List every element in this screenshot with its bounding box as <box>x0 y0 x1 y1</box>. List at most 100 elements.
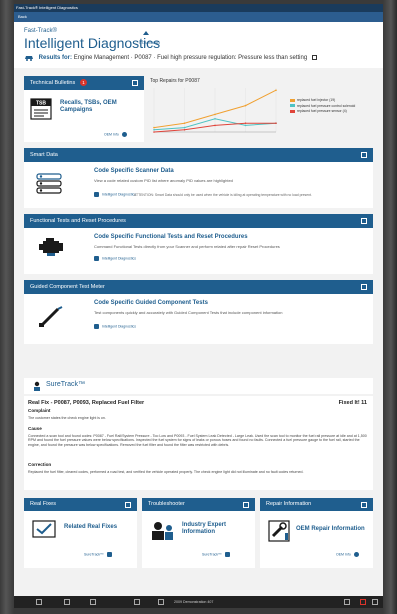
taskbar-vehicle-text: 2009 Demonstration 407 <box>174 600 214 604</box>
real-fixes-header-label: Real Fixes <box>30 501 56 507</box>
brand-sup: COMMAND <box>139 40 161 45</box>
suretrack-mini-icon <box>224 552 230 557</box>
smart-data-desc: View a code related custom PID list wher… <box>94 178 233 183</box>
real-fix-panel: Real Fix - P0087, P0093, Replaced Fuel F… <box>24 396 373 490</box>
print-icon[interactable] <box>158 599 164 605</box>
real-fixes-title: Related Real Fixes <box>64 524 118 530</box>
functional-tests-brand-label: Intelligent Diagnostics <box>101 256 137 261</box>
troubleshooter-link[interactable]: SureTrack™ <box>202 552 232 557</box>
chart-point-1-0 <box>153 129 155 131</box>
expand-icon[interactable] <box>361 502 367 508</box>
troubleshooter-link-label: SureTrack™ <box>202 552 222 557</box>
guided-test-card[interactable]: Guided Component Test Meter Code Specifi… <box>24 280 373 344</box>
functional-tests-card[interactable]: Functional Tests and Reset Procedures Co… <box>24 214 373 274</box>
tsb-icon: TSB <box>30 98 52 120</box>
chart-point-2-3 <box>244 122 247 124</box>
vehicle-icon[interactable] <box>64 599 70 605</box>
legend-entry-2: replaced fuel pressure sensor (4) <box>290 109 355 113</box>
chart-legend: replaced fuel injector (19) replaced fuel… <box>290 98 355 115</box>
results-label: Results for: <box>38 55 73 62</box>
camera-icon[interactable] <box>344 599 350 605</box>
legend-swatch <box>290 98 295 102</box>
smart-data-brand: Intelligent Diagnostics <box>94 192 136 197</box>
repair-info-link-label: OEM Info <box>336 552 351 557</box>
oem-info-icon <box>121 132 127 137</box>
repair-info-header: Repair Information <box>260 498 373 511</box>
repair-info-card[interactable]: Repair Information OEM Repair Informatio… <box>260 498 373 568</box>
probe-icon <box>39 306 63 328</box>
fixed-it-count: Fixed It! 11 <box>338 400 367 406</box>
expand-icon[interactable] <box>361 218 367 224</box>
cause-heading: Cause <box>28 426 42 431</box>
suretrack-header: SureTrack™ <box>24 378 373 394</box>
troubleshooter-header: Troubleshooter <box>142 498 255 511</box>
tools-icon[interactable] <box>90 599 96 605</box>
smart-data-brand-label: Intelligent Diagnostics <box>101 192 137 197</box>
legend-label: replaced fuel pressure sensor (4) <box>297 109 347 113</box>
expand-icon[interactable] <box>125 502 131 508</box>
real-fix-title: Real Fix - P0087, P0093, Replaced Fuel F… <box>28 400 145 406</box>
real-fixes-link-label: SureTrack™ <box>84 552 104 557</box>
chart-point-1-1 <box>183 126 186 129</box>
expand-icon[interactable] <box>243 502 249 508</box>
id-logo-icon <box>94 192 99 197</box>
id-logo-icon <box>94 256 99 261</box>
engine-icon <box>39 238 63 256</box>
real-fixes-header: Real Fixes <box>24 498 137 511</box>
guided-test-title: Code Specific Guided Component Tests <box>94 300 208 306</box>
real-fixes-card[interactable]: Real Fixes Related Real Fixes SureTrack™ <box>24 498 137 568</box>
troubleshooter-header-label: Troubleshooter <box>148 501 185 507</box>
oem-info-link[interactable]: OEM Info <box>104 132 127 137</box>
chart-point-0-3 <box>244 104 247 107</box>
expand-icon[interactable] <box>132 80 138 86</box>
window-title: Fast-Track® Intelligent Diagnostics <box>14 4 383 12</box>
chart-point-0-0 <box>153 126 155 129</box>
expand-icon[interactable] <box>361 284 367 290</box>
main-screen: Fast-Track® Intelligent Diagnostics COMM… <box>14 22 383 596</box>
suretrack-title: SureTrack™ <box>46 381 86 388</box>
chart-point-2-1 <box>183 129 186 131</box>
header: Fast-Track® Intelligent Diagnostics COMM… <box>14 22 383 68</box>
expand-icon[interactable] <box>361 152 367 158</box>
chart-point-0-1 <box>183 122 186 124</box>
alert-icon[interactable] <box>360 599 366 605</box>
chart-point-0-4 <box>275 89 277 91</box>
bulletin-count-badge: 1 <box>80 79 87 86</box>
complaint-heading: Complaint <box>28 408 51 413</box>
back-bar: Back <box>14 12 383 22</box>
functional-tests-desc: Command Functional Tests directly from y… <box>94 244 280 249</box>
smart-data-title: Code Specific Scanner Data <box>94 168 174 174</box>
settings-icon[interactable] <box>372 599 378 605</box>
device-frame-right <box>383 0 397 614</box>
complaint-text: The customer states the check engine lig… <box>28 416 106 420</box>
correction-heading: Correction <box>28 462 52 467</box>
brand-logo-icon <box>143 31 149 35</box>
dropdown-icon[interactable] <box>311 55 317 60</box>
functional-tests-brand: Intelligent Diagnostics <box>94 256 136 261</box>
chart-point-2-4 <box>275 122 277 124</box>
repair-info-link[interactable]: OEM Info <box>336 552 359 557</box>
guided-test-header-label: Guided Component Test Meter <box>30 284 105 290</box>
smart-data-card[interactable]: Smart Data Code Specific Scanner Data Vi… <box>24 148 373 208</box>
chart-plot <box>153 88 277 133</box>
back-button[interactable]: Back <box>18 14 27 19</box>
chart-point-0-2 <box>214 113 216 116</box>
cause-text: Connected a scan tool and found codes: P… <box>28 434 367 447</box>
taskbar: 2009 Demonstration 407 <box>14 596 383 608</box>
legend-label: replaced fuel pressure control solenoid <box>297 103 356 108</box>
home-icon[interactable] <box>36 599 42 605</box>
tech-bulletins-header-label: Technical Bulletins <box>30 80 76 86</box>
chart-point-1-3 <box>244 124 247 127</box>
car-icon <box>25 56 33 61</box>
chart-point-1-2 <box>214 118 216 120</box>
id-logo-icon <box>94 324 99 329</box>
suretrack-icon <box>34 381 40 391</box>
troubleshooter-card[interactable]: Troubleshooter Industry Expert Informati… <box>142 498 255 568</box>
real-fixes-link[interactable]: SureTrack™ <box>84 552 114 557</box>
results-text: Engine Management · P0087 · Fuel high pr… <box>73 55 308 62</box>
guided-test-brand-label: Intelligent Diagnostics <box>101 324 137 329</box>
repair-info-title: OEM Repair Information <box>296 526 365 532</box>
legend-label: replaced fuel injector (19) <box>297 98 336 102</box>
back-nav-icon[interactable] <box>134 599 140 605</box>
tech-bulletins-card[interactable]: Technical Bulletins 1 TSB Recalls, TSBs,… <box>24 76 144 142</box>
